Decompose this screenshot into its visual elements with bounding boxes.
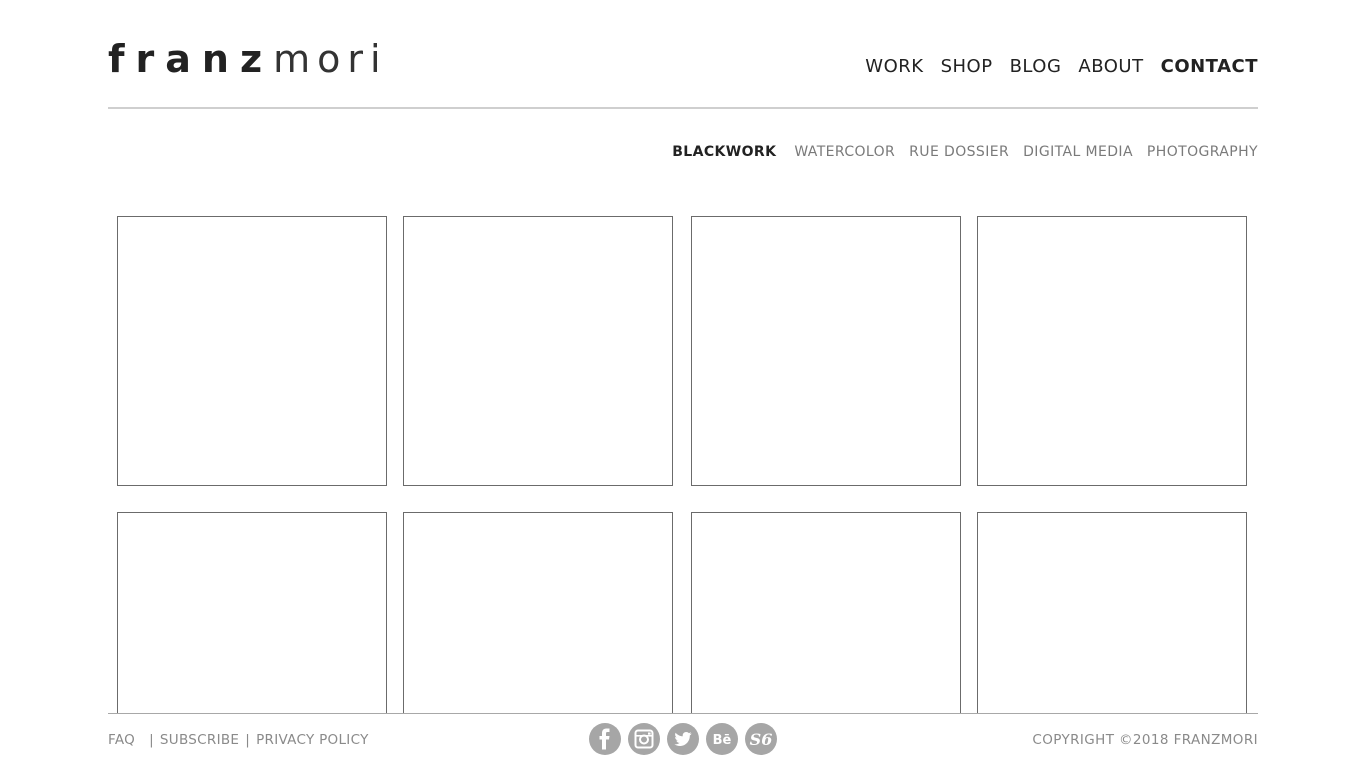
footer-link-faq[interactable]: FAQ (108, 732, 135, 748)
social-links: Bē S6 (589, 723, 777, 755)
gallery-tile[interactable] (977, 512, 1247, 714)
main-nav: WORK SHOP BLOG ABOUT CONTACT (865, 56, 1258, 77)
category-photography[interactable]: PHOTOGRAPHY (1147, 144, 1258, 160)
gallery-tile[interactable] (691, 216, 961, 486)
svg-text:Bē: Bē (713, 733, 732, 748)
footer-separator: | (149, 732, 154, 748)
logo-bold-part: franz (108, 37, 274, 81)
gallery-tile[interactable] (403, 216, 673, 486)
footer-separator: | (245, 732, 251, 748)
footer-link-privacy-policy[interactable]: PRIVACY POLICY (256, 732, 369, 748)
footer-divider (108, 713, 1258, 714)
footer-link-subscribe[interactable]: SUBSCRIBE (160, 732, 239, 748)
nav-shop[interactable]: SHOP (941, 56, 993, 77)
instagram-icon[interactable] (628, 723, 660, 755)
twitter-icon[interactable] (667, 723, 699, 755)
gallery-grid (117, 216, 1247, 714)
nav-contact[interactable]: CONTACT (1161, 56, 1258, 77)
gallery-tile[interactable] (117, 512, 387, 714)
category-rue-dossier[interactable]: RUE DOSSIER (909, 144, 1009, 160)
category-digital-media[interactable]: DIGITAL MEDIA (1023, 144, 1133, 160)
svg-text:S6: S6 (750, 730, 773, 749)
nav-about[interactable]: ABOUT (1078, 56, 1143, 77)
nav-blog[interactable]: BLOG (1010, 56, 1062, 77)
nav-work[interactable]: WORK (865, 56, 923, 77)
gallery-tile[interactable] (117, 216, 387, 486)
category-nav: BLACKWORK WATERCOLOR RUE DOSSIER DIGITAL… (672, 144, 1258, 160)
site-logo[interactable]: franzmori (108, 36, 388, 82)
footer-links: FAQ | SUBSCRIBE | PRIVACY POLICY (108, 732, 369, 748)
header-divider (108, 107, 1258, 109)
copyright-text: COPYRIGHT ©2018 FRANZMORI (1032, 732, 1258, 748)
facebook-icon[interactable] (589, 723, 621, 755)
society6-icon[interactable]: S6 (745, 723, 777, 755)
gallery-tile[interactable] (403, 512, 673, 714)
category-watercolor[interactable]: WATERCOLOR (794, 144, 895, 160)
gallery-tile[interactable] (691, 512, 961, 714)
logo-light-part: mori (273, 37, 388, 81)
behance-icon[interactable]: Bē (706, 723, 738, 755)
gallery-tile[interactable] (977, 216, 1247, 486)
category-blackwork[interactable]: BLACKWORK (672, 144, 776, 160)
